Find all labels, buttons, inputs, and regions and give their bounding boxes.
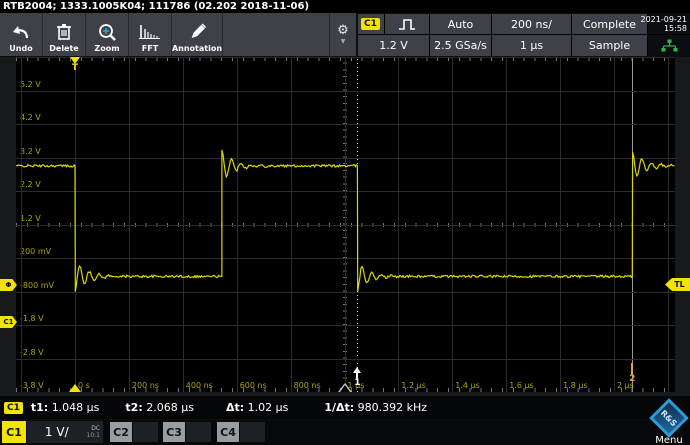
trigger-level-tag-label: TL (674, 280, 685, 289)
datetime-cell: 2021-09-21 15:58 (648, 14, 690, 34)
channel1-tab[interactable]: C1 (2, 421, 26, 443)
channel2-settings-panel (133, 422, 158, 442)
channel1-scale: 1 V/ (27, 425, 87, 439)
delete-button[interactable]: Delete (43, 13, 86, 56)
graticule-area: 2 µs1.8 µs1.6 µs1.4 µs1.2 µs1 µs800 ns60… (0, 57, 690, 396)
channel4-tab[interactable]: C4 (217, 422, 239, 442)
channel1-waveform (16, 57, 675, 392)
annotation-label: Annotation (172, 44, 222, 54)
undo-icon (11, 20, 31, 44)
lan-status-cell (648, 35, 690, 56)
toolbar: Undo Delete Zoom FFT Annotation (0, 13, 356, 56)
cursor-t1-readout: t1: 1.048 µs (31, 401, 100, 414)
spectrum-icon (139, 20, 161, 44)
timebase-value: 200 ns/ (511, 18, 552, 31)
acquisition-mode: Auto (448, 18, 474, 31)
trigger-source-cell[interactable]: C1 (358, 14, 429, 34)
trigger-level-cell[interactable]: 1.2 V (358, 35, 429, 56)
cursor-t2-readout: t2: 2.068 µs (125, 401, 194, 414)
menu-button[interactable]: R&S Menu (648, 399, 690, 445)
offset-symbol: Φ (6, 281, 12, 289)
channel3-tab[interactable]: C3 (163, 422, 185, 442)
acquisition-status: Complete (583, 18, 636, 31)
channel1-ground-marker[interactable]: C1 (0, 316, 17, 328)
network-icon (661, 39, 678, 52)
status-bar: C1 Auto 200 ns/ Complete 2021-09-21 15:5… (358, 14, 690, 56)
oscilloscope-screen: RTB2004; 1333.1005K04; 111786 (02.202 20… (0, 0, 690, 445)
measurement-channel-badge: C1 (4, 402, 23, 414)
sample-rate-value: 2.5 GSa/s (434, 39, 487, 52)
delta-t-readout: Δt: 1.02 µs (226, 401, 288, 414)
zoom-label: Zoom (94, 44, 119, 54)
trigger-source-badge: C1 (361, 18, 380, 30)
edge-trigger-icon (385, 17, 429, 32)
frequency-readout: 1/Δt: 980.392 kHz (324, 401, 427, 414)
acquisition-status-cell[interactable]: Complete (572, 14, 647, 34)
timebase-cell[interactable]: 200 ns/ (492, 14, 571, 34)
channel3-settings-panel (186, 422, 211, 442)
time-text: 15:58 (664, 24, 687, 33)
toolbar-spacer (223, 13, 330, 56)
waveform-display: 2 µs1.8 µs1.6 µs1.4 µs1.2 µs1 µs800 ns60… (16, 57, 675, 392)
trigger-level-value: 1.2 V (379, 39, 408, 52)
measurement-bar: C1 t1: 1.048 µs t2: 2.068 µs Δt: 1.02 µs… (0, 396, 690, 419)
magnifier-icon (98, 20, 117, 44)
chevron-down-icon: ▼ (341, 38, 346, 46)
record-time-cell[interactable]: 1 µs (492, 35, 571, 56)
channel1-coupling-probe: DC 10:1 (87, 425, 103, 439)
annotation-button[interactable]: Annotation (172, 13, 223, 56)
undo-label: Undo (9, 44, 32, 54)
channel2-tab[interactable]: C2 (110, 422, 132, 442)
channel1-tag-label: C1 (3, 318, 13, 326)
title-bar: RTB2004; 1333.1005K04; 111786 (02.202 20… (0, 0, 690, 13)
date-text: 2021-09-21 (641, 15, 688, 24)
rs-logo-icon: R&S (649, 398, 689, 438)
pencil-icon (187, 20, 207, 44)
sample-rate-cell[interactable]: 2.5 GSa/s (430, 35, 491, 56)
trash-icon (56, 20, 72, 44)
channel4-settings-panel (240, 422, 265, 442)
acquisition-type: Sample (589, 39, 630, 52)
zoom-button[interactable]: Zoom (86, 13, 129, 56)
record-time-value: 1 µs (520, 39, 543, 52)
device-id-text: RTB2004; 1333.1005K04; 111786 (02.202 20… (3, 1, 309, 12)
acquisition-type-cell[interactable]: Sample (572, 35, 647, 56)
fft-label: FFT (142, 44, 158, 54)
gear-icon: ⚙ (337, 24, 349, 38)
channel-bar: C1 1 V/ DC 10:1 C2 C3 C4 (0, 420, 690, 445)
channel-offset-marker[interactable]: Φ (0, 279, 17, 291)
settings-gear-button[interactable]: ⚙ ▼ (330, 13, 356, 56)
undo-button[interactable]: Undo (0, 13, 43, 56)
acquisition-mode-cell[interactable]: Auto (430, 14, 491, 34)
channel1-settings-panel[interactable]: 1 V/ DC 10:1 (27, 421, 103, 443)
delete-label: Delete (49, 44, 78, 54)
fft-button[interactable]: FFT (129, 13, 172, 56)
